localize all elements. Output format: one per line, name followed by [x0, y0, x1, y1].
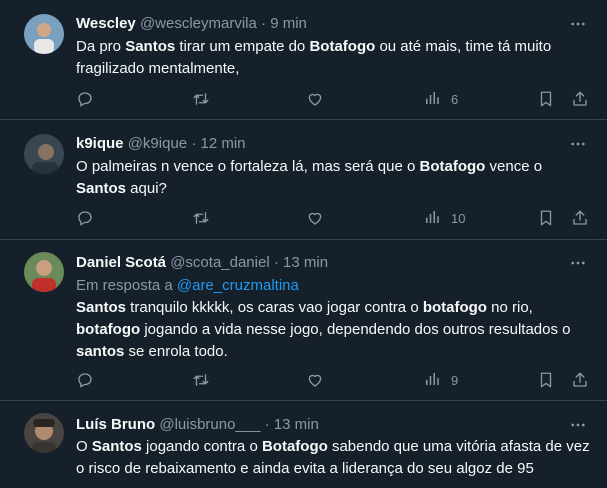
- share-icon[interactable]: [571, 89, 589, 109]
- reply-context: Em resposta a @are_cruzmaltina: [76, 276, 299, 296]
- text-segment: Da pro: [76, 38, 126, 55]
- reply-to-link[interactable]: @are_cruzmaltina: [177, 277, 299, 294]
- handle[interactable]: @scota_daniel: [170, 254, 269, 271]
- text-segment: se enrola todo.: [124, 343, 228, 360]
- tweet-actions: 10: [76, 208, 591, 228]
- reply-icon[interactable]: [76, 370, 94, 390]
- timestamp[interactable]: 13 min: [283, 254, 328, 271]
- display-name[interactable]: Luís Bruno: [76, 416, 155, 433]
- tweet[interactable]: k9ique @k9ique · 12 min O palmeiras n ve…: [0, 120, 607, 240]
- views-icon: [423, 370, 441, 391]
- avatar[interactable]: [24, 413, 64, 453]
- views-icon: [423, 89, 441, 110]
- tweet-actions: 6: [76, 89, 591, 109]
- text-segment: aqui?: [126, 180, 167, 197]
- tweet-header: k9ique @k9ique · 12 min: [76, 134, 567, 154]
- like-icon[interactable]: [306, 208, 324, 228]
- views-count: 10: [451, 210, 466, 226]
- like-icon[interactable]: [306, 89, 324, 109]
- views-count: 9: [451, 372, 459, 388]
- avatar[interactable]: [24, 134, 64, 174]
- views-button[interactable]: 10: [423, 208, 465, 228]
- tweet-header: Daniel Scotá @scota_daniel · 13 min: [76, 253, 567, 273]
- display-name[interactable]: Daniel Scotá: [76, 254, 166, 271]
- timestamp[interactable]: 9 min: [270, 15, 307, 32]
- views-icon: [423, 208, 441, 229]
- share-icon[interactable]: [571, 208, 589, 228]
- text-segment: jogando contra o: [141, 438, 262, 455]
- retweet-icon[interactable]: [192, 208, 210, 228]
- bookmark-icon[interactable]: [537, 208, 555, 228]
- separator: ·: [191, 135, 197, 152]
- tweet-text: O palmeiras n vence o fortaleza lá, mas …: [76, 156, 591, 200]
- more-icon[interactable]: [567, 14, 589, 34]
- highlighted-term: Santos: [125, 38, 176, 55]
- reply-prefix: Em resposta a: [76, 277, 177, 294]
- separator: ·: [261, 15, 267, 32]
- separator: ·: [273, 254, 279, 271]
- tweet-text: Da pro Santos tirar um empate do Botafog…: [76, 36, 591, 80]
- display-name[interactable]: Wescley: [76, 15, 136, 32]
- retweet-icon[interactable]: [192, 370, 210, 390]
- timestamp[interactable]: 12 min: [200, 135, 245, 152]
- highlighted-term: Botafogo: [419, 158, 486, 175]
- text-segment: jogando a vida nesse jogo, dependendo do…: [140, 321, 571, 338]
- handle[interactable]: @wescleymarvila: [140, 15, 257, 32]
- tweet-actions: 9: [76, 370, 591, 390]
- highlighted-term: Botafogo: [309, 38, 376, 55]
- highlighted-term: botafogo: [422, 299, 487, 316]
- highlighted-term: Santos: [91, 438, 142, 455]
- tweet[interactable]: Wescley @wescleymarvila · 9 min Da pro S…: [0, 0, 607, 120]
- tweet[interactable]: Luís Bruno @luisbruno___ · 13 min O Sant…: [0, 401, 607, 488]
- like-icon[interactable]: [306, 370, 324, 390]
- text-segment: O palmeiras n vence o fortaleza lá, mas …: [76, 158, 420, 175]
- avatar[interactable]: [24, 14, 64, 54]
- tweet-header: Wescley @wescleymarvila · 9 min: [76, 14, 567, 34]
- tweet-text: Santos tranquilo kkkkk, os caras vao jog…: [76, 297, 591, 363]
- views-count: 6: [451, 91, 459, 107]
- bookmark-icon[interactable]: [537, 370, 555, 390]
- tweet-text: O Santos jogando contra o Botafogo saben…: [76, 436, 591, 480]
- highlighted-term: Santos: [76, 180, 127, 197]
- handle[interactable]: @luisbruno___: [159, 416, 260, 433]
- text-segment: vence o: [485, 158, 543, 175]
- bookmark-icon[interactable]: [537, 89, 555, 109]
- highlighted-term: Santos: [76, 299, 127, 316]
- more-icon[interactable]: [567, 415, 589, 435]
- more-icon[interactable]: [567, 253, 589, 273]
- reply-icon[interactable]: [76, 208, 94, 228]
- highlighted-term: santos: [76, 343, 125, 360]
- avatar[interactable]: [24, 252, 64, 292]
- tweet[interactable]: Daniel Scotá @scota_daniel · 13 min Em r…: [0, 240, 607, 401]
- highlighted-term: Botafogo: [261, 438, 328, 455]
- text-segment: tirar um empate do: [175, 38, 310, 55]
- more-icon[interactable]: [567, 134, 589, 154]
- display-name[interactable]: k9ique: [76, 135, 124, 152]
- text-segment: O: [76, 438, 92, 455]
- share-icon[interactable]: [571, 370, 589, 390]
- handle[interactable]: @k9ique: [128, 135, 187, 152]
- timeline-feed: Wescley @wescleymarvila · 9 min Da pro S…: [0, 0, 607, 488]
- views-button[interactable]: 9: [423, 370, 458, 390]
- timestamp[interactable]: 13 min: [274, 416, 319, 433]
- retweet-icon[interactable]: [192, 89, 210, 109]
- views-button[interactable]: 6: [423, 89, 458, 109]
- tweet-header: Luís Bruno @luisbruno___ · 13 min: [76, 415, 567, 435]
- text-segment: no rio,: [486, 299, 533, 316]
- highlighted-term: botafogo: [76, 321, 141, 338]
- reply-icon[interactable]: [76, 89, 94, 109]
- text-segment: tranquilo kkkkk, os caras vao jogar cont…: [126, 299, 423, 316]
- separator: ·: [264, 416, 270, 433]
